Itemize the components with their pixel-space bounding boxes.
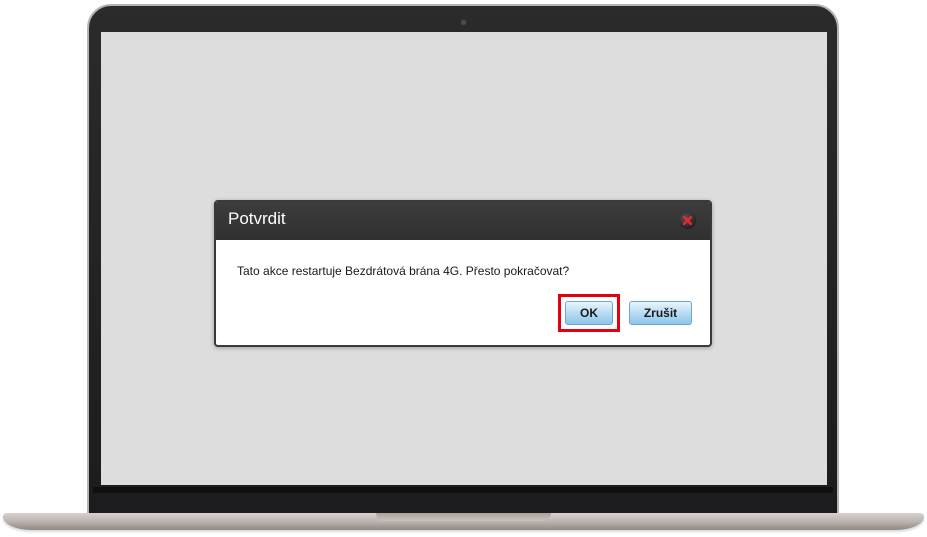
webcam-icon [460, 19, 467, 26]
close-button[interactable] [679, 212, 696, 229]
ok-button[interactable]: OK [565, 301, 613, 325]
laptop-mockup: Potvrdit Tato akce restartuje Bezdrátová… [0, 0, 927, 537]
screen: Potvrdit Tato akce restartuje Bezdrátová… [101, 32, 827, 485]
close-icon [682, 215, 693, 226]
dialog-title: Potvrdit [228, 209, 286, 228]
confirm-dialog: Potvrdit Tato akce restartuje Bezdrátová… [214, 200, 712, 347]
cancel-button[interactable]: Zrušit [629, 301, 692, 325]
dialog-message: Tato akce restartuje Bezdrátová brána 4G… [237, 264, 570, 278]
dialog-header: Potvrdit [216, 202, 710, 240]
laptop-bezel-strip [93, 493, 833, 513]
laptop-hinge-notch [376, 513, 551, 521]
